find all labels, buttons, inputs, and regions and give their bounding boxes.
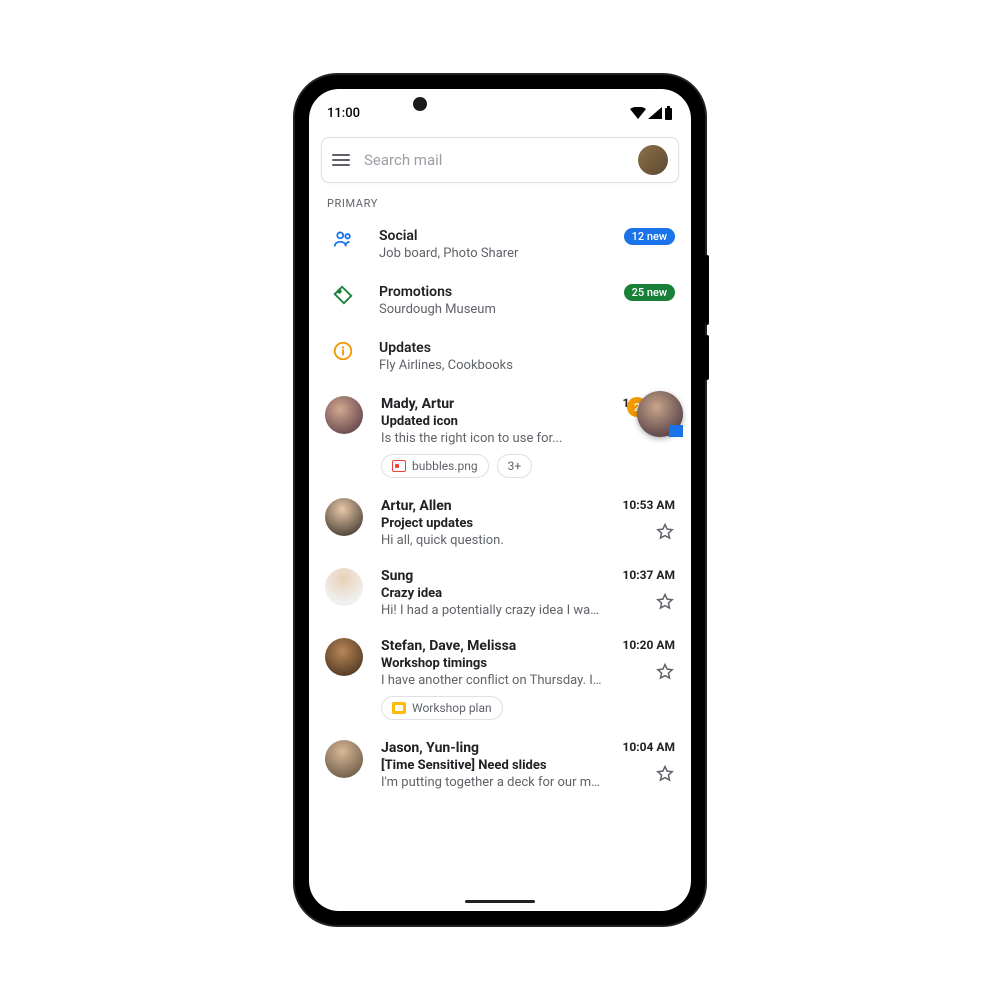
status-time: 11:00 xyxy=(327,106,360,121)
email-row[interactable]: Artur, Allen Project updates Hi all, quick… xyxy=(309,488,691,558)
attachment-label: bubbles.png xyxy=(412,459,478,473)
star-icon[interactable] xyxy=(655,662,675,686)
attachment-chips: bubbles.png 3+ xyxy=(381,454,605,478)
sender-avatar[interactable] xyxy=(325,396,363,434)
email-sender: Sung xyxy=(381,568,605,584)
wifi-icon xyxy=(630,107,646,119)
category-subtitle: Sourdough Museum xyxy=(379,302,606,317)
attachment-label: Workshop plan xyxy=(412,701,492,715)
star-icon[interactable] xyxy=(655,592,675,616)
battery-icon xyxy=(664,106,673,120)
email-row[interactable]: Jason, Yun-ling [Time Sensitive] Need sli… xyxy=(309,730,691,800)
email-time: 10:04 AM xyxy=(623,740,675,754)
email-row[interactable]: Stefan, Dave, Melissa Workshop timings I h… xyxy=(309,628,691,730)
email-subject: Project updates xyxy=(381,516,605,531)
category-title: Promotions xyxy=(379,284,606,300)
sender-avatar[interactable] xyxy=(325,568,363,606)
section-label: PRIMARY xyxy=(309,193,691,218)
star-icon[interactable] xyxy=(655,522,675,546)
power-button xyxy=(705,335,709,380)
email-snippet: I have another conflict on Thursday. Is … xyxy=(381,673,605,688)
email-subject: [Time Sensitive] Need slides xyxy=(381,758,605,773)
category-subtitle: Fly Airlines, Cookbooks xyxy=(379,358,657,373)
attachment-chip[interactable]: Workshop plan xyxy=(381,696,503,720)
email-row[interactable]: Sung Crazy idea Hi! I had a potentially cr… xyxy=(309,558,691,628)
category-promotions[interactable]: Promotions Sourdough Museum 25 new xyxy=(309,274,691,330)
sender-avatar[interactable] xyxy=(325,740,363,778)
menu-icon[interactable] xyxy=(332,154,350,166)
attachment-chip[interactable]: 3+ xyxy=(497,454,533,478)
attachment-icon xyxy=(392,460,406,472)
email-time: 10:37 AM xyxy=(623,568,675,582)
category-subtitle: Job board, Photo Sharer xyxy=(379,246,606,261)
category-title: Updates xyxy=(379,340,657,356)
status-icons xyxy=(630,106,673,120)
status-bar: 11:00 xyxy=(309,95,691,131)
people-icon xyxy=(325,228,361,264)
new-badge: 25 new xyxy=(624,284,675,301)
sender-avatar[interactable] xyxy=(325,638,363,676)
email-time: 10:20 AM xyxy=(623,638,675,652)
search-bar[interactable]: Search mail xyxy=(321,137,679,183)
attachment-label: 3+ xyxy=(508,459,522,473)
email-snippet: Hi all, quick question. xyxy=(381,533,605,548)
inbox-content[interactable]: Social Job board, Photo Sharer 12 new Pr… xyxy=(309,218,691,911)
phone-frame: 11:00 Search mail PRIMARY Social xyxy=(295,75,705,925)
screen: 11:00 Search mail PRIMARY Social xyxy=(309,89,691,911)
star-icon[interactable] xyxy=(655,764,675,788)
email-subject: Workshop timings xyxy=(381,656,605,671)
email-subject: Crazy idea xyxy=(381,586,605,601)
signal-icon xyxy=(648,107,662,119)
email-subject: Updated icon xyxy=(381,414,605,429)
category-updates[interactable]: Updates Fly Airlines, Cookbooks xyxy=(309,330,691,386)
email-sender: Mady, Artur xyxy=(381,396,605,412)
new-badge: 12 new xyxy=(624,228,675,245)
home-indicator[interactable] xyxy=(465,900,535,903)
info-icon xyxy=(325,340,361,376)
email-time: 10:53 AM xyxy=(623,498,675,512)
tag-icon xyxy=(325,284,361,320)
profile-avatar[interactable] xyxy=(638,145,668,175)
email-snippet: Hi! I had a potentially crazy idea I wan… xyxy=(381,603,605,618)
email-snippet: Is this the right icon to use for... xyxy=(381,431,605,446)
attachment-chips: Workshop plan xyxy=(381,696,605,720)
chat-head-corner-icon xyxy=(669,425,683,437)
email-sender: Artur, Allen xyxy=(381,498,605,514)
email-sender: Jason, Yun-ling xyxy=(381,740,605,756)
sender-avatar[interactable] xyxy=(325,498,363,536)
search-input[interactable]: Search mail xyxy=(364,151,624,169)
attachment-icon xyxy=(392,702,406,714)
attachment-chip[interactable]: bubbles.png xyxy=(381,454,489,478)
email-snippet: I'm putting together a deck for our mont… xyxy=(381,775,605,790)
volume-button xyxy=(705,255,709,325)
email-sender: Stefan, Dave, Melissa xyxy=(381,638,605,654)
category-title: Social xyxy=(379,228,606,244)
category-social[interactable]: Social Job board, Photo Sharer 12 new xyxy=(309,218,691,274)
